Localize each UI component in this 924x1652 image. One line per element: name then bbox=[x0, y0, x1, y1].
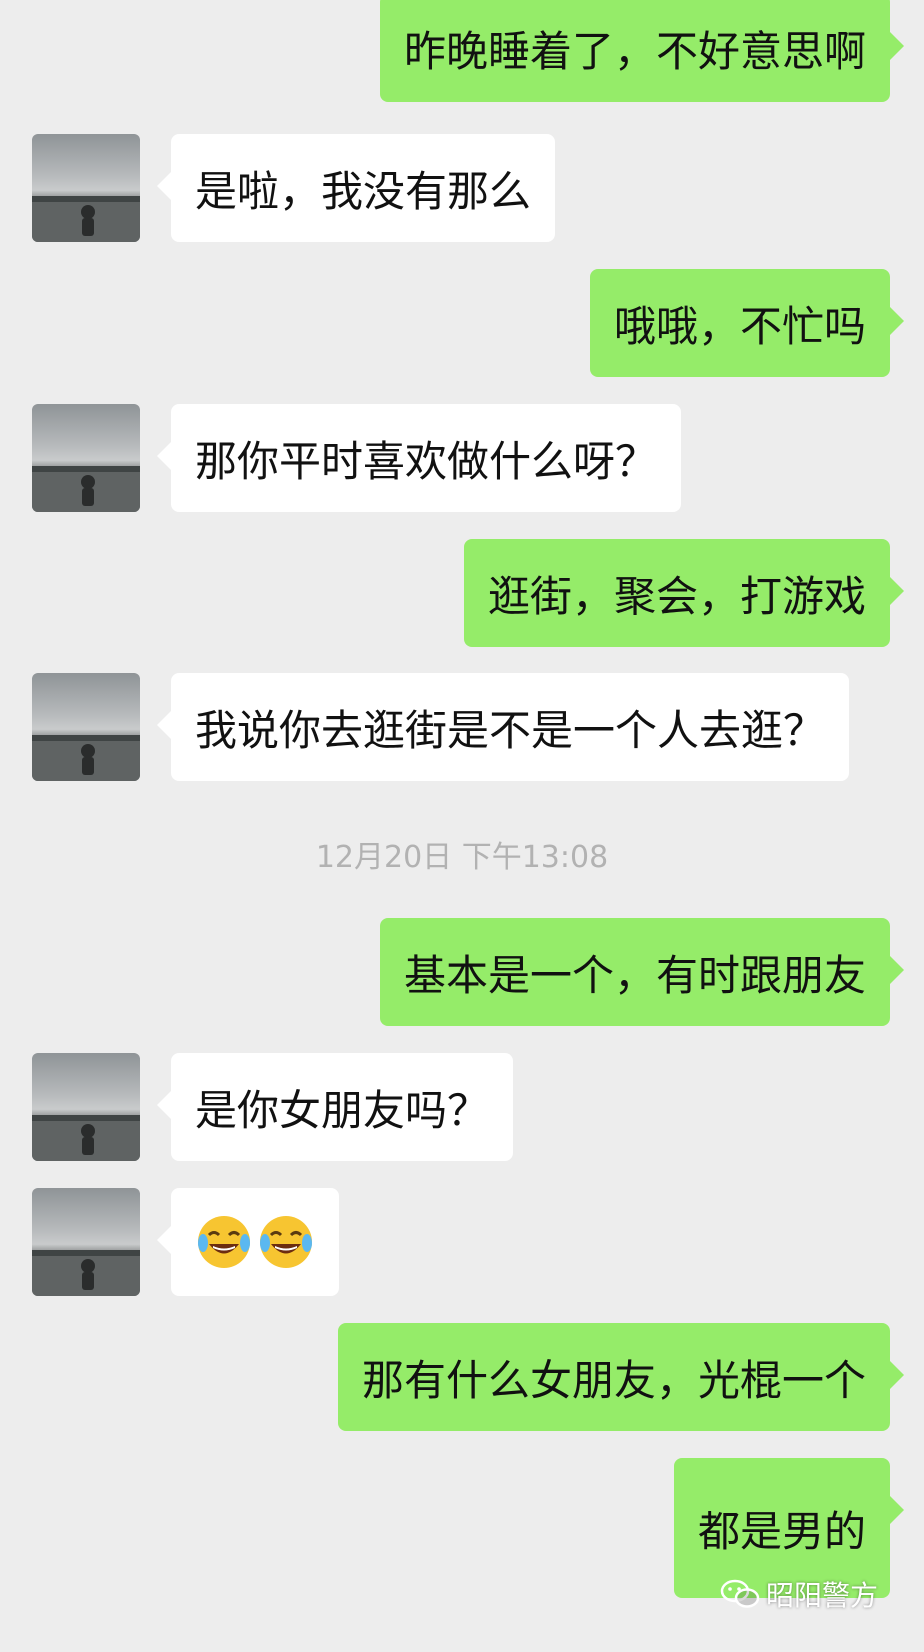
watermark-text: 昭阳警方 bbox=[765, 1579, 878, 1612]
avatar[interactable] bbox=[32, 673, 140, 781]
watermark: 昭阳警方 bbox=[720, 1574, 878, 1614]
wechat-icon bbox=[720, 1578, 760, 1610]
message-bubble-outgoing[interactable]: 昨晚睡着了，不好意思啊 bbox=[379, 0, 905, 102]
avatar[interactable] bbox=[32, 134, 140, 242]
message-text: 都是男的 bbox=[697, 1506, 866, 1556]
message-text: 哦哦，不忙吗 bbox=[613, 301, 866, 351]
message-text: 逛街，聚会，打游戏 bbox=[487, 571, 866, 621]
timestamp: 12月20日 下午13:08 bbox=[315, 840, 609, 875]
avatar[interactable] bbox=[32, 1053, 140, 1161]
message-text: 我说你去逛街是不是一个人去逛？ bbox=[195, 705, 826, 755]
message-text: 昨晚睡着了，不好意思啊 bbox=[403, 26, 866, 76]
message-bubble-outgoing[interactable]: 哦哦，不忙吗 bbox=[589, 269, 905, 377]
tears-of-joy-emoji bbox=[257, 1213, 315, 1271]
tears-of-joy-emoji bbox=[195, 1213, 253, 1271]
message-bubble-incoming[interactable]: 是你女朋友吗？ bbox=[156, 1053, 514, 1161]
chat-area[interactable]: 昨晚睡着了，不好意思啊 是啦，我没有那么 哦哦，不忙吗 那你平时喜欢做什么呀？ … bbox=[0, 0, 924, 1652]
message-bubble-incoming[interactable]: 是啦，我没有那么 bbox=[156, 134, 556, 242]
message-text: 是你女朋友吗？ bbox=[195, 1085, 490, 1135]
message-text: 那你平时喜欢做什么呀？ bbox=[195, 436, 658, 486]
message-bubble-outgoing[interactable]: 基本是一个，有时跟朋友 bbox=[379, 918, 905, 1026]
message-bubble-outgoing[interactable]: 逛街，聚会，打游戏 bbox=[463, 539, 905, 647]
message-text: 基本是一个，有时跟朋友 bbox=[403, 950, 866, 1000]
message-bubble-incoming[interactable]: 那你平时喜欢做什么呀？ bbox=[156, 404, 682, 512]
message-bubble-incoming[interactable] bbox=[157, 1188, 339, 1296]
message-bubble-outgoing[interactable]: 那有什么女朋友，光棍一个 bbox=[337, 1323, 905, 1431]
emoji-group bbox=[195, 1213, 315, 1271]
message-bubble-incoming[interactable]: 我说你去逛街是不是一个人去逛？ bbox=[156, 673, 850, 781]
message-text: 那有什么女朋友，光棍一个 bbox=[361, 1355, 866, 1405]
message-text: 是啦，我没有那么 bbox=[195, 166, 532, 216]
avatar[interactable] bbox=[32, 404, 140, 512]
avatar[interactable] bbox=[32, 1188, 140, 1296]
